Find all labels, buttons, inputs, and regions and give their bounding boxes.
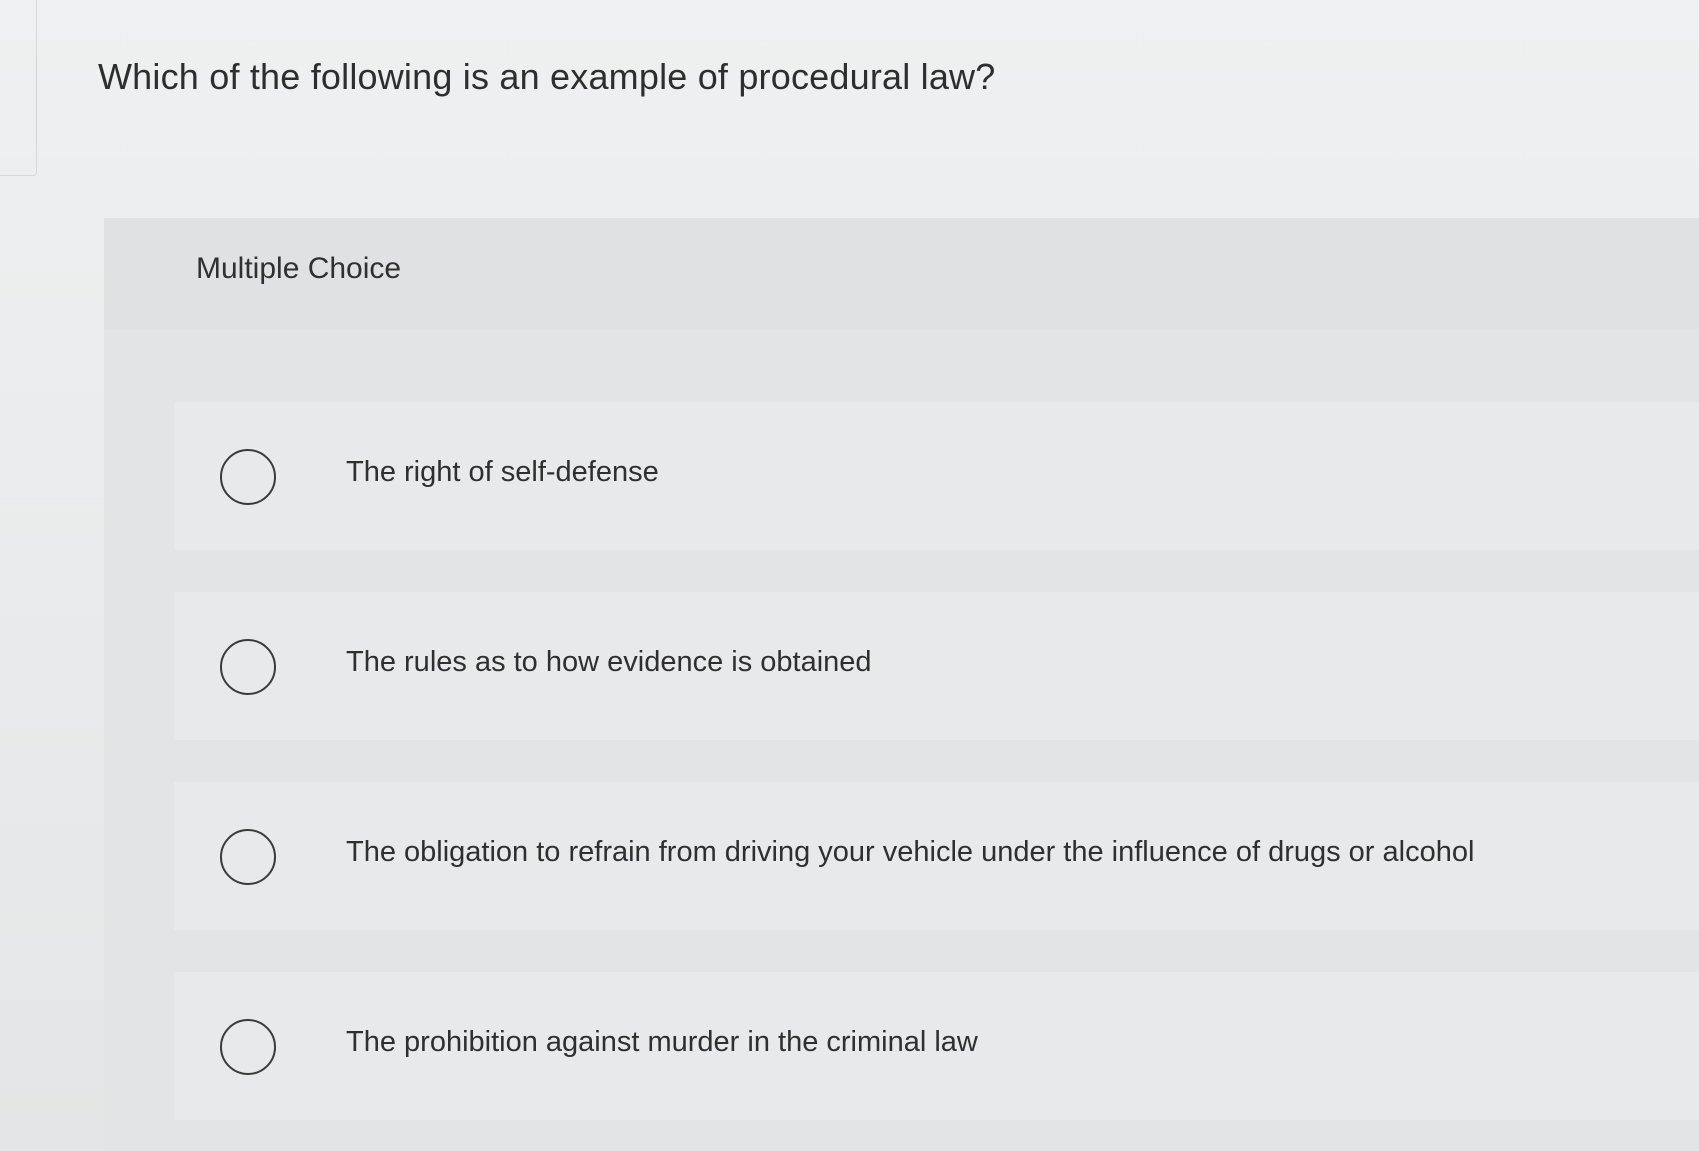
choice-option-text[interactable]: The prohibition against murder in the cr…	[346, 1026, 978, 1059]
multiple-choice-panel: Multiple Choice The right of self-defens…	[104, 218, 1699, 1151]
radio-button[interactable]	[220, 639, 276, 695]
radio-button[interactable]	[220, 449, 276, 505]
choice-option-text[interactable]: The rules as to how evidence is obtained	[346, 646, 872, 679]
choice-option-text[interactable]: The obligation to refrain from driving y…	[346, 836, 1474, 869]
choice-option-4[interactable]: The prohibition against murder in the cr…	[174, 972, 1699, 1120]
multiple-choice-header: Multiple Choice	[104, 218, 1699, 330]
choice-option-2[interactable]: The rules as to how evidence is obtained	[174, 592, 1699, 740]
choice-option-3[interactable]: The obligation to refrain from driving y…	[174, 782, 1699, 930]
left-panel-edge	[0, 0, 37, 176]
quiz-page: Which of the following is an example of …	[0, 0, 1699, 1151]
choice-option-text[interactable]: The right of self-defense	[346, 456, 659, 489]
multiple-choice-label: Multiple Choice	[196, 252, 402, 285]
choice-option-1[interactable]: The right of self-defense	[174, 402, 1699, 550]
question-text: Which of the following is an example of …	[98, 56, 996, 97]
radio-button[interactable]	[220, 1019, 276, 1075]
choice-list: The right of self-defense The rules as t…	[174, 402, 1699, 1120]
radio-button[interactable]	[220, 829, 276, 885]
